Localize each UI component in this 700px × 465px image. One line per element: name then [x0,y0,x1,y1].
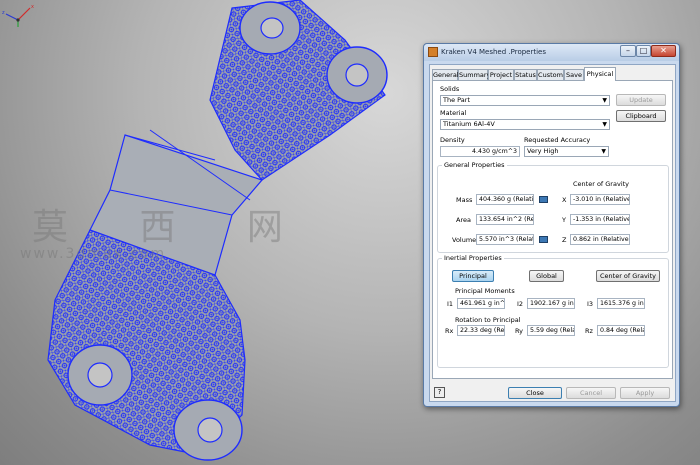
clipboard-button[interactable]: Clipboard [616,110,666,122]
material-value: Titanium 6Al-4V [443,120,495,128]
dialog-titlebar[interactable]: Kraken V4 Meshed .Properties – □ ✕ [424,44,679,61]
cog-z-field[interactable]: 0.862 in (Relative E [570,234,630,245]
ry-field[interactable]: 5.59 deg (Relati [527,325,575,336]
tab-project[interactable]: Project [488,69,514,80]
general-properties-group: General Properties Center of Gravity Mas… [437,161,669,253]
watermark-text: 莫 西 网 [32,207,313,248]
mass-label: Mass [456,196,473,204]
chevron-down-icon: ▼ [601,148,606,155]
calculator-icon[interactable] [539,236,548,243]
i1-label: I1 [447,300,454,308]
inertial-properties-title: Inertial Properties [442,254,504,262]
x-label: X [562,196,567,204]
cancel-button[interactable]: Cancel [566,387,616,399]
center-of-gravity-button[interactable]: Center of Gravity [596,270,660,282]
accuracy-value: Very High [527,147,559,155]
watermark-url: www.3dmax.com [20,246,167,262]
i2-field[interactable]: 1902.167 g in^ [527,298,575,309]
ry-label: Ry [515,327,524,335]
global-button[interactable]: Global [529,270,564,282]
cog-y-field[interactable]: -1.353 in (Relative E [570,214,630,225]
principal-button[interactable]: Principal [452,270,494,282]
tab-physical[interactable]: Physical [584,67,616,81]
z-label: Z [562,236,567,244]
i1-field[interactable]: 461.961 g in^2 [457,298,505,309]
axis-triad-icon: x z [2,4,34,27]
close-button[interactable]: Close [508,387,562,399]
svg-text:x: x [31,4,34,10]
volume-label: Volume [452,236,477,244]
y-label: Y [562,216,566,224]
rz-field[interactable]: 0.84 deg (Relati [597,325,645,336]
svg-text:z: z [2,10,5,16]
help-icon[interactable]: ? [434,387,445,398]
general-properties-title: General Properties [442,161,507,169]
properties-dialog: Kraken V4 Meshed .Properties – □ ✕ Gener… [423,43,680,407]
solids-label: Solids [440,85,460,93]
solids-select[interactable]: The Part ▼ [440,95,610,106]
tab-summary[interactable]: Summary [458,69,490,80]
tab-status[interactable]: Status [514,69,537,80]
i2-label: I2 [517,300,524,308]
close-window-button[interactable]: ✕ [651,45,676,57]
inertial-properties-group: Inertial Properties Principal Global Cen… [437,254,669,368]
tab-general[interactable]: General [432,69,459,80]
chevron-down-icon: ▼ [602,97,607,104]
i3-field[interactable]: 1615.376 g in^ [597,298,645,309]
maximize-button[interactable]: □ [636,45,651,57]
volume-field[interactable]: 5.570 in^3 (Relative [476,234,534,245]
cog-x-field[interactable]: -3.010 in (Relative E [570,194,630,205]
mass-field[interactable]: 404.360 g (Relative [476,194,534,205]
rx-field[interactable]: 22.33 deg (Rela [457,325,505,336]
dialog-title: Kraken V4 Meshed .Properties [441,48,547,56]
density-field[interactable]: 4.430 g/cm^3 [440,146,520,157]
apply-button[interactable]: Apply [620,387,670,399]
principal-moments-label: Principal Moments [455,287,515,295]
density-label: Density [440,136,465,144]
tab-custom[interactable]: Custom [537,69,564,80]
rx-label: Rx [445,327,454,335]
tab-save[interactable]: Save [564,69,584,80]
area-field[interactable]: 133.654 in^2 (Relat [476,214,534,225]
rz-label: Rz [585,327,593,335]
center-of-gravity-label: Center of Gravity [573,180,630,188]
i3-label: I3 [587,300,594,308]
app-icon [428,47,438,57]
calculator-icon[interactable] [539,196,548,203]
physical-panel: Solids The Part ▼ Update Material Titani… [432,80,673,379]
material-label: Material [440,109,467,117]
accuracy-select[interactable]: Very High ▼ [524,146,609,157]
material-select[interactable]: Titanium 6Al-4V ▼ [440,119,610,130]
dialog-content: General Summary Project Status Custom Sa… [429,64,676,402]
update-button[interactable]: Update [616,94,666,106]
chevron-down-icon: ▼ [602,121,607,128]
minimize-button[interactable]: – [620,45,636,57]
solids-value: The Part [443,96,470,104]
area-label: Area [456,216,471,224]
accuracy-label: Requested Accuracy [524,136,591,144]
rotation-to-principal-label: Rotation to Principal [455,316,521,324]
